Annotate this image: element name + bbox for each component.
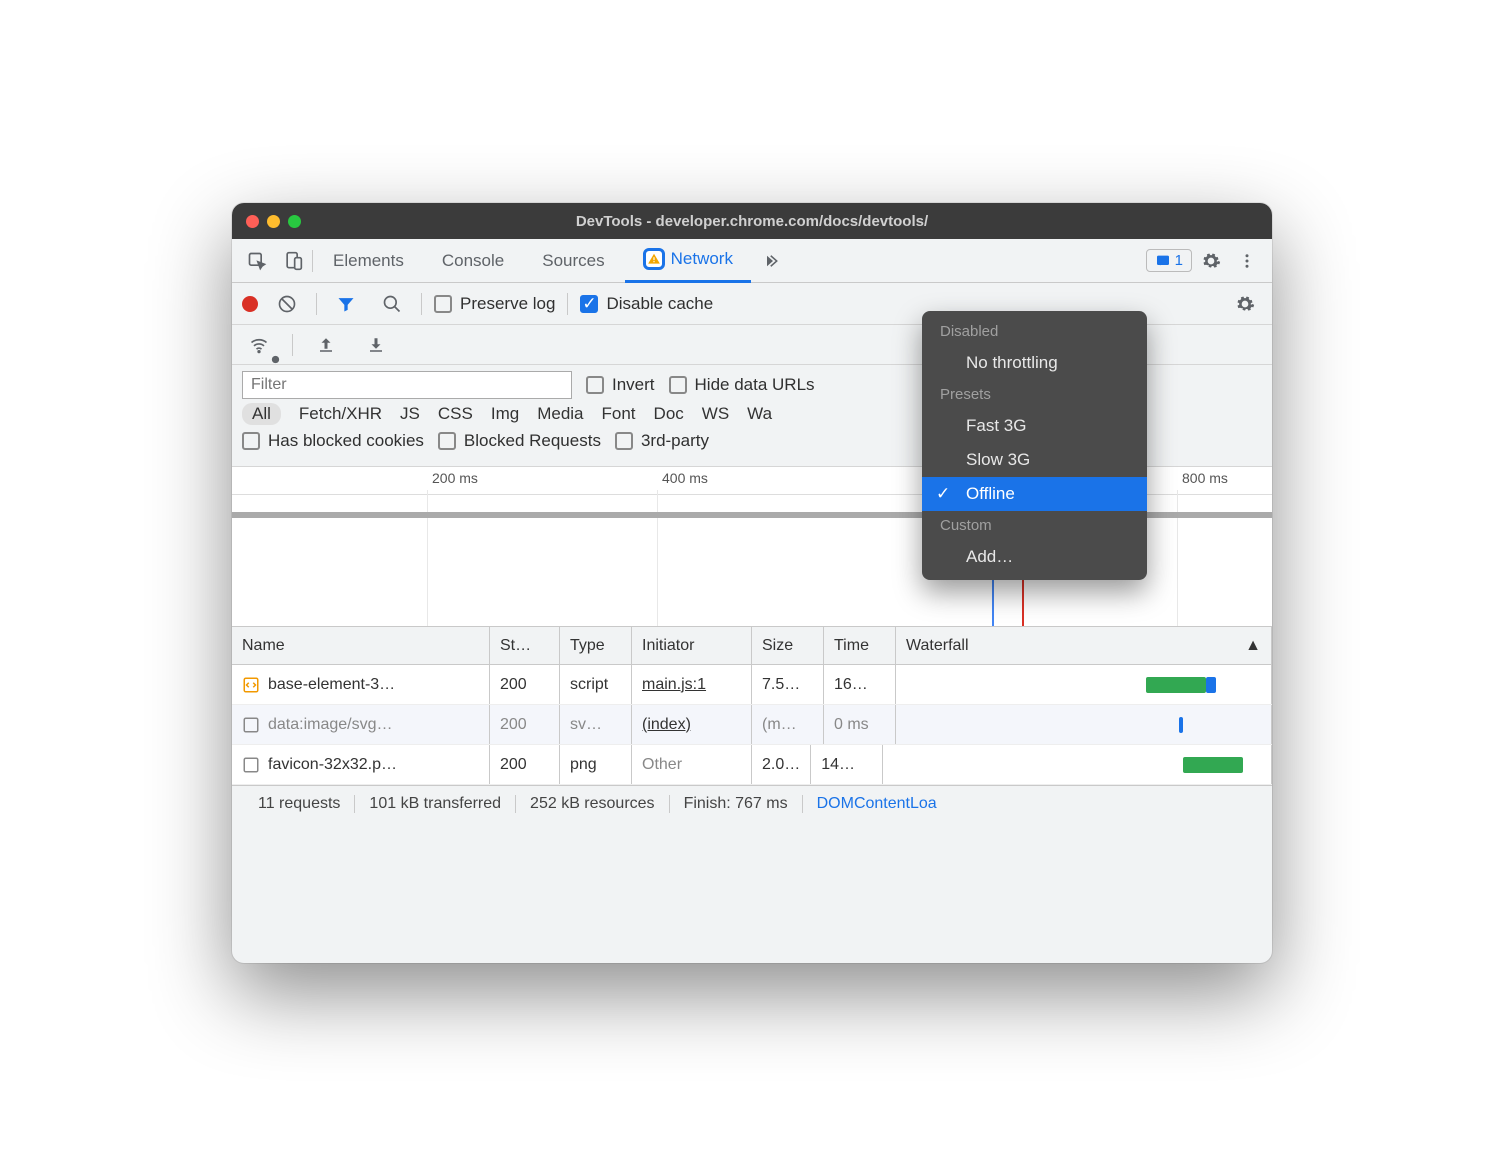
table-row[interactable]: base-element-3… 200 script main.js:1 7.5… bbox=[232, 665, 1272, 705]
status-resources: 252 kB resources bbox=[516, 795, 670, 813]
device-toggle-icon[interactable] bbox=[276, 244, 310, 278]
pill-img[interactable]: Img bbox=[491, 404, 519, 424]
network-conditions-icon[interactable] bbox=[242, 328, 276, 362]
blocked-cookies-checkbox[interactable]: Has blocked cookies bbox=[242, 431, 424, 451]
filter-input[interactable] bbox=[242, 371, 572, 399]
pill-css[interactable]: CSS bbox=[438, 404, 473, 424]
throttling-dropdown: Disabled No throttling Presets Fast 3G S… bbox=[922, 311, 1147, 580]
blocked-requests-checkbox[interactable]: Blocked Requests bbox=[438, 431, 601, 451]
pill-wasm[interactable]: Wa bbox=[747, 404, 772, 424]
panel-tabs: Elements Console Sources Network 1 bbox=[232, 239, 1272, 283]
kebab-menu-icon[interactable] bbox=[1230, 244, 1264, 278]
col-type[interactable]: Type bbox=[560, 627, 632, 664]
requests-table-body: base-element-3… 200 script main.js:1 7.5… bbox=[232, 665, 1272, 785]
tab-elements[interactable]: Elements bbox=[315, 239, 422, 283]
disable-cache-checkbox[interactable]: ✓Disable cache bbox=[580, 294, 713, 314]
status-finish: Finish: 767 ms bbox=[670, 795, 803, 813]
preserve-log-checkbox[interactable]: Preserve log bbox=[434, 294, 555, 314]
requests-table-header: Name St… Type Initiator Size Time Waterf… bbox=[232, 627, 1272, 665]
throttle-option-offline[interactable]: ✓ Offline bbox=[922, 477, 1147, 511]
record-button[interactable] bbox=[242, 296, 258, 312]
inspect-icon[interactable] bbox=[240, 244, 274, 278]
search-icon[interactable] bbox=[375, 287, 409, 321]
download-har-icon[interactable] bbox=[359, 328, 393, 362]
dropdown-header-presets: Presets bbox=[922, 380, 1147, 409]
col-status[interactable]: St… bbox=[490, 627, 560, 664]
col-waterfall[interactable]: Waterfall▲ bbox=[896, 627, 1272, 664]
throttle-option-slow3g[interactable]: Slow 3G bbox=[922, 443, 1147, 477]
pill-font[interactable]: Font bbox=[602, 404, 636, 424]
third-party-checkbox[interactable]: 3rd-party bbox=[615, 431, 709, 451]
tab-console[interactable]: Console bbox=[424, 239, 522, 283]
close-window-button[interactable] bbox=[246, 215, 259, 228]
script-icon bbox=[242, 676, 260, 694]
settings-icon[interactable] bbox=[1194, 244, 1228, 278]
throttle-option-fast3g[interactable]: Fast 3G bbox=[922, 409, 1147, 443]
check-icon: ✓ bbox=[936, 484, 950, 504]
hide-data-urls-checkbox[interactable]: Hide data URLs bbox=[669, 375, 815, 395]
upload-har-icon[interactable] bbox=[309, 328, 343, 362]
status-transferred: 101 kB transferred bbox=[355, 795, 516, 813]
col-time[interactable]: Time bbox=[824, 627, 896, 664]
warning-icon bbox=[643, 248, 665, 270]
minimize-window-button[interactable] bbox=[267, 215, 280, 228]
pill-media[interactable]: Media bbox=[537, 404, 583, 424]
col-initiator[interactable]: Initiator bbox=[632, 627, 752, 664]
network-settings-icon[interactable] bbox=[1228, 287, 1262, 321]
pill-fetch[interactable]: Fetch/XHR bbox=[299, 404, 382, 424]
throttle-option-add[interactable]: Add… bbox=[922, 540, 1147, 574]
filter-icon[interactable] bbox=[329, 287, 363, 321]
table-row[interactable]: favicon-32x32.p… 200 png Other 2.0… 14… bbox=[232, 745, 1272, 785]
dropdown-header-disabled: Disabled bbox=[922, 317, 1147, 346]
clear-icon[interactable] bbox=[270, 287, 304, 321]
pill-doc[interactable]: Doc bbox=[654, 404, 684, 424]
status-requests: 11 requests bbox=[244, 795, 355, 813]
image-icon bbox=[242, 756, 260, 774]
titlebar: DevTools - developer.chrome.com/docs/dev… bbox=[232, 203, 1272, 239]
devtools-window: DevTools - developer.chrome.com/docs/dev… bbox=[232, 203, 1272, 963]
pill-js[interactable]: JS bbox=[400, 404, 420, 424]
status-domcontent: DOMContentLoa bbox=[803, 795, 937, 813]
pill-ws[interactable]: WS bbox=[702, 404, 729, 424]
col-name[interactable]: Name bbox=[232, 627, 490, 664]
tab-sources[interactable]: Sources bbox=[524, 239, 622, 283]
tab-network[interactable]: Network bbox=[625, 239, 751, 283]
dropdown-header-custom: Custom bbox=[922, 511, 1147, 540]
table-row[interactable]: data:image/svg… 200 sv… (index) (m… 0 ms bbox=[232, 705, 1272, 745]
window-title: DevTools - developer.chrome.com/docs/dev… bbox=[232, 213, 1272, 230]
invert-checkbox[interactable]: Invert bbox=[586, 375, 655, 395]
more-tabs-icon[interactable] bbox=[753, 244, 787, 278]
image-icon bbox=[242, 716, 260, 734]
status-bar: 11 requests 101 kB transferred 252 kB re… bbox=[232, 785, 1272, 821]
maximize-window-button[interactable] bbox=[288, 215, 301, 228]
issues-badge[interactable]: 1 bbox=[1146, 249, 1192, 272]
traffic-lights bbox=[246, 215, 301, 228]
throttle-option-none[interactable]: No throttling bbox=[922, 346, 1147, 380]
pill-all[interactable]: All bbox=[242, 403, 281, 425]
col-size[interactable]: Size bbox=[752, 627, 824, 664]
